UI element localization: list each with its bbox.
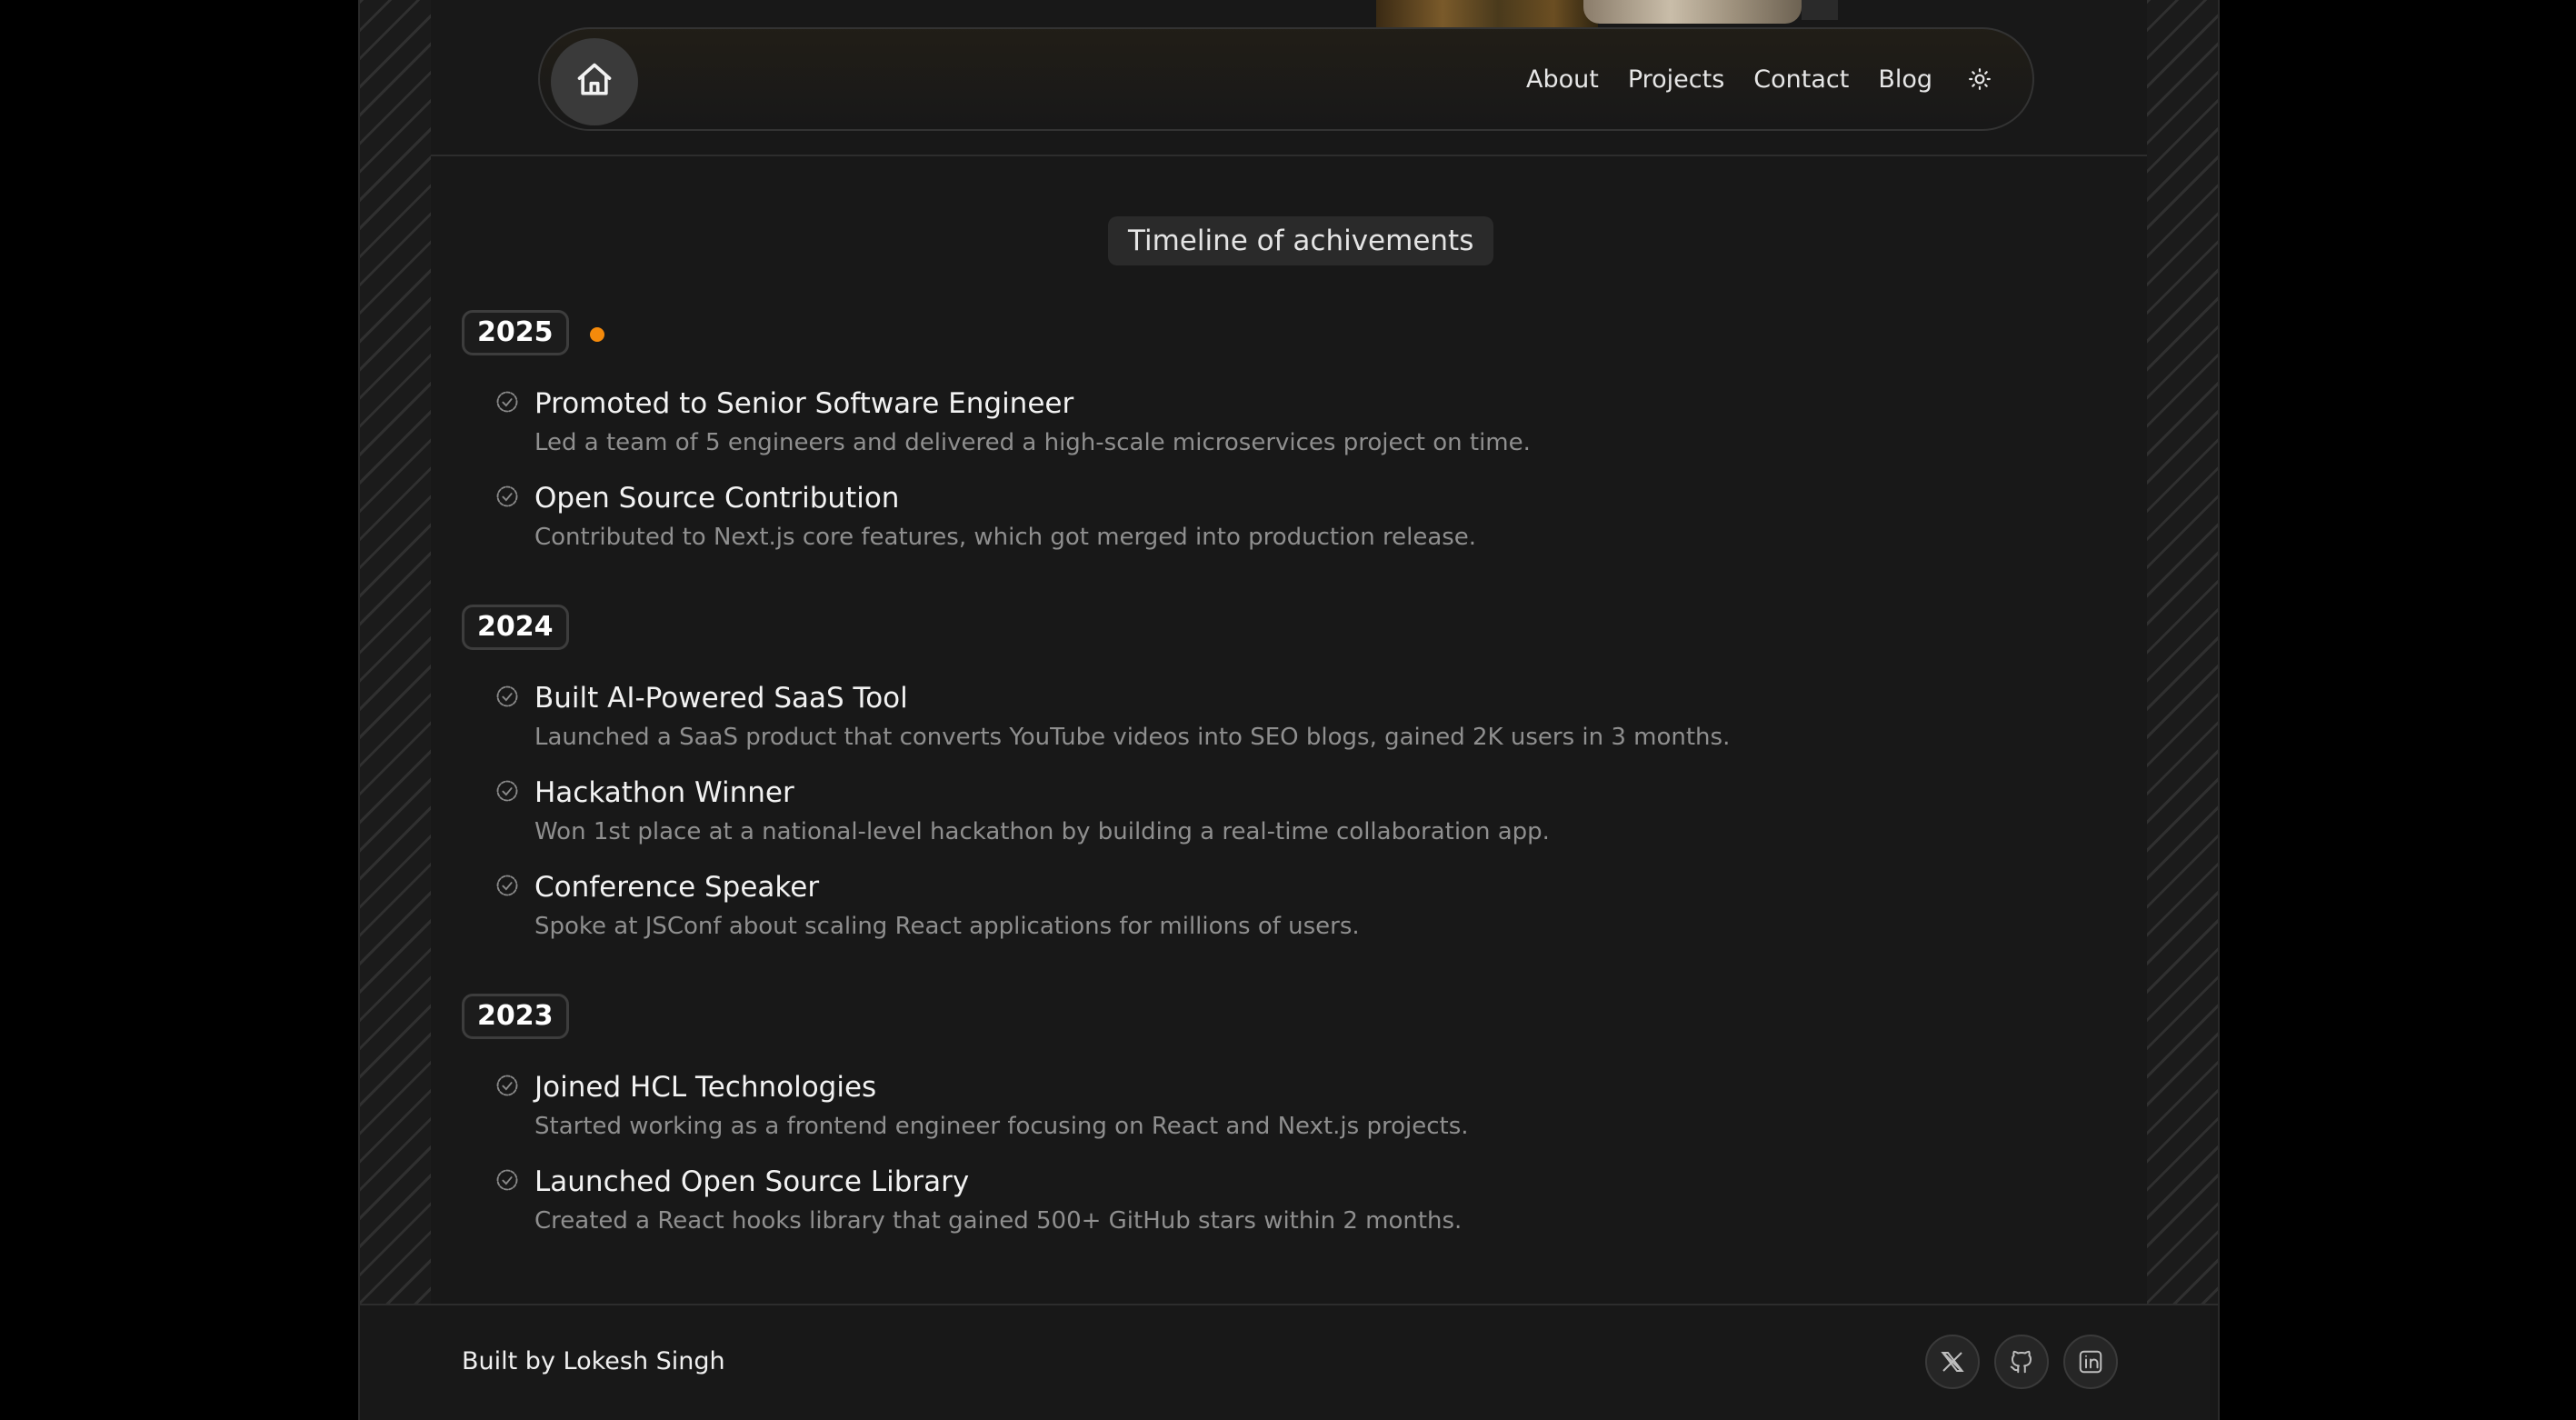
sun-icon	[1969, 68, 1991, 90]
nav-link-projects[interactable]: Projects	[1628, 65, 1724, 94]
hero-image-fragment	[1802, 0, 1838, 20]
item-description: Launched a SaaS product that converts Yo…	[534, 724, 1731, 751]
year-badge-2024: 2024	[462, 605, 569, 650]
theme-toggle-button[interactable]	[1963, 63, 1996, 95]
linkedin-icon	[2079, 1350, 2102, 1374]
item-description: Created a React hooks library that gaine…	[534, 1207, 1463, 1235]
main-content: About Projects Contact Blog Timeline of …	[431, 0, 2147, 1305]
item-title: Built AI-Powered SaaS Tool	[534, 682, 908, 715]
year-badge-2023: 2023	[462, 994, 569, 1039]
right-hatch-border	[2145, 0, 2218, 1305]
check-circle-icon	[496, 875, 518, 896]
current-year-dot	[590, 327, 604, 342]
check-circle-icon	[496, 780, 518, 802]
year-badge-2025: 2025	[462, 310, 569, 355]
item-title: Promoted to Senior Software Engineer	[534, 387, 1074, 420]
footer: Built by Lokesh Singh	[360, 1305, 2218, 1420]
item-title: Open Source Contribution	[534, 482, 900, 515]
hero-image-fragment	[1376, 0, 1598, 27]
left-hatch-border	[360, 0, 433, 1305]
social-links	[1925, 1335, 2118, 1389]
item-title: Joined HCL Technologies	[534, 1071, 877, 1104]
item-description: Contributed to Next.js core features, wh…	[534, 524, 1477, 551]
item-description: Won 1st place at a national-level hackat…	[534, 818, 1550, 845]
hero-image-fragment	[1583, 0, 1802, 24]
footer-credit: Built by Lokesh Singh	[462, 1347, 725, 1375]
check-circle-icon	[496, 485, 518, 507]
nav-links: About Projects Contact Blog	[1526, 29, 1996, 129]
check-circle-icon	[496, 1075, 518, 1096]
check-circle-icon	[496, 391, 518, 413]
item-description: Started working as a frontend engineer f…	[534, 1113, 1469, 1140]
item-title: Conference Speaker	[534, 871, 820, 904]
x-icon	[1941, 1352, 1964, 1372]
home-button[interactable]	[551, 38, 638, 125]
check-circle-icon	[496, 685, 518, 707]
check-circle-icon	[496, 1169, 518, 1191]
x-link[interactable]	[1925, 1335, 1980, 1389]
header-divider	[431, 155, 2147, 156]
nav-link-about[interactable]: About	[1526, 65, 1599, 94]
item-description: Led a team of 5 engineers and delivered …	[534, 429, 1531, 456]
item-title: Hackathon Winner	[534, 776, 794, 809]
nav-link-blog[interactable]: Blog	[1878, 65, 1932, 94]
nav-link-contact[interactable]: Contact	[1753, 65, 1849, 94]
github-icon	[2010, 1350, 2032, 1374]
page-shell: About Projects Contact Blog Timeline of …	[358, 0, 2220, 1420]
item-description: Spoke at JSConf about scaling React appl…	[534, 913, 1360, 940]
item-title: Launched Open Source Library	[534, 1165, 970, 1198]
home-icon	[574, 60, 614, 104]
linkedin-link[interactable]	[2063, 1335, 2118, 1389]
navbar: About Projects Contact Blog	[538, 27, 2034, 131]
page-title: Timeline of achivements	[1108, 216, 1494, 265]
github-link[interactable]	[1994, 1335, 2049, 1389]
